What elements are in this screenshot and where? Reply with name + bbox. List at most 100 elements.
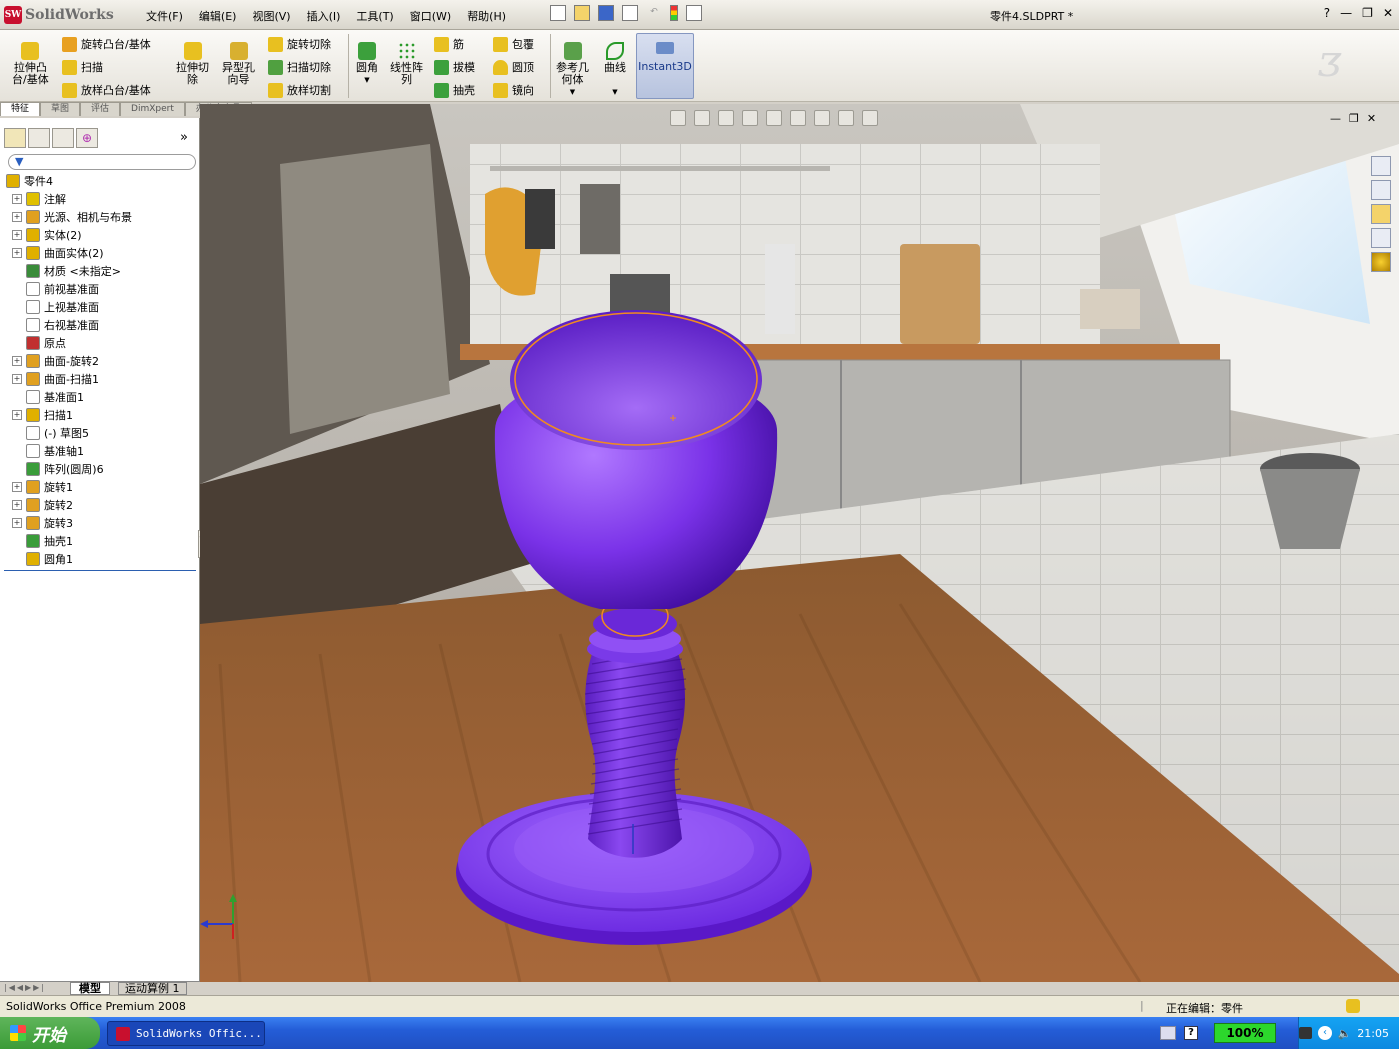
tree-item[interactable]: 零件4 [4,172,196,190]
expand-toggle-icon[interactable]: + [12,374,22,384]
file-explorer-icon[interactable] [1371,204,1391,224]
tree-item[interactable]: + 旋转2 [4,496,196,514]
appearance-icon[interactable] [838,110,854,126]
rollback-bar[interactable] [4,570,196,571]
tree-item[interactable]: + 曲面实体(2) [4,244,196,262]
chevron-down-icon[interactable]: ▼ [570,86,575,98]
taskbar-item-solidworks[interactable]: SolidWorks Offic... [107,1021,265,1046]
tab-dimxpert[interactable]: DimXpert [120,102,185,116]
tree-item[interactable]: 阵列(圆周)6 [4,460,196,478]
open-folder-icon[interactable] [574,5,590,21]
loft-cut-button[interactable]: 放样切割 [268,82,331,98]
zoom-to-area-icon[interactable] [694,110,710,126]
tree-filter-input[interactable]: ▼ [8,154,196,170]
appearances-scenes-icon[interactable] [1371,252,1391,272]
tree-item[interactable]: + 曲面-旋转2 [4,352,196,370]
menu-file[interactable]: 文件(F) [138,6,191,26]
options-icon[interactable] [686,5,702,21]
rebuild-traffic-light-icon[interactable] [670,5,678,21]
graphics-viewport[interactable] [200,104,1399,982]
wrap-button[interactable]: 包覆 [493,36,534,52]
tree-item[interactable]: 原点 [4,334,196,352]
curves-button[interactable]: 曲线 ▼ [604,42,626,98]
tree-item[interactable]: + 曲面-扫描1 [4,370,196,388]
menu-window[interactable]: 窗口(W) [402,6,459,26]
expand-toggle-icon[interactable]: + [12,500,22,510]
view-palette-icon[interactable] [1371,228,1391,248]
sweep-button[interactable]: 扫描 [62,59,103,75]
tab-model[interactable]: 模型 [70,982,110,995]
extrude-boss-button[interactable]: 拉伸凸 台/基体 [12,42,49,86]
expand-toggle-icon[interactable]: + [12,248,22,258]
chevron-down-icon[interactable]: ▼ [364,74,369,86]
save-icon[interactable] [598,5,614,21]
menu-help[interactable]: 帮助(H) [459,6,514,26]
menu-tools[interactable]: 工具(T) [348,6,401,26]
keyboard-icon[interactable] [1160,1026,1176,1040]
expand-toggle-icon[interactable]: + [12,212,22,222]
volume-icon[interactable]: 🔈 [1338,1027,1352,1040]
tree-item[interactable]: + 实体(2) [4,226,196,244]
revolve-cut-button[interactable]: 旋转切除 [268,36,331,52]
tray-expand-icon[interactable]: ‹ [1318,1026,1332,1040]
tree-item[interactable]: + 旋转3 [4,514,196,532]
tree-item[interactable]: + 注解 [4,190,196,208]
zoom-to-fit-icon[interactable] [670,110,686,126]
help-tray-icon[interactable]: ? [1184,1026,1198,1040]
revolve-boss-button[interactable]: 旋转凸台/基体 [62,36,151,52]
help-button[interactable]: ? [1324,6,1330,20]
close-button[interactable]: ✕ [1383,6,1393,20]
undo-icon[interactable]: ↶ [646,5,662,21]
solidworks-logo[interactable]: SW SolidWorks [4,4,128,26]
mirror-button[interactable]: 镜向 [493,82,534,98]
tree-item[interactable]: 上视基准面 [4,298,196,316]
view-orientation-icon[interactable] [766,110,782,126]
print-icon[interactable] [622,5,638,21]
reference-geometry-button[interactable]: 参考几 何体 ▼ [556,42,589,98]
expand-toggle-icon[interactable]: + [12,482,22,492]
chevron-right-icon[interactable]: » [180,130,188,145]
home-icon[interactable] [1371,156,1391,176]
property-manager-tab-icon[interactable] [28,128,50,148]
tree-item[interactable]: + 旋转1 [4,478,196,496]
tree-item[interactable]: 基准轴1 [4,442,196,460]
instant3d-button[interactable]: Instant3D [636,33,694,99]
sweep-cut-button[interactable]: 扫描切除 [268,59,331,75]
tree-item[interactable]: (-) 草图5 [4,424,196,442]
tree-item[interactable]: 右视基准面 [4,316,196,334]
configuration-manager-tab-icon[interactable] [52,128,74,148]
tree-item[interactable]: + 扫描1 [4,406,196,424]
minimize-button[interactable]: — [1340,6,1352,20]
loft-boss-button[interactable]: 放样凸台/基体 [62,82,151,98]
viewport-minimize-button[interactable]: — [1330,112,1341,125]
tab-motion-study[interactable]: 运动算例 1 [118,982,187,995]
tab-evaluate[interactable]: 评估 [80,102,121,116]
tree-item[interactable]: 抽壳1 [4,532,196,550]
tab-features[interactable]: 特征 [0,102,41,116]
start-button[interactable]: 开始 [0,1017,100,1049]
dome-button[interactable]: 圆顶 [493,59,534,75]
rebuild-status-icon[interactable] [1346,999,1360,1013]
expand-toggle-icon[interactable]: + [12,410,22,420]
viewport-restore-button[interactable]: ❐ [1349,112,1359,125]
view-settings-icon[interactable] [862,110,878,126]
draft-button[interactable]: 拔模 [434,59,475,75]
menu-edit[interactable]: 编辑(E) [191,6,245,26]
expand-toggle-icon[interactable]: + [12,194,22,204]
display-style-icon[interactable] [790,110,806,126]
dimxpert-manager-tab-icon[interactable]: ⊕ [76,128,98,148]
menu-view[interactable]: 视图(V) [244,6,298,26]
previous-view-icon[interactable] [718,110,734,126]
new-document-icon[interactable] [550,5,566,21]
tree-item[interactable]: + 光源、相机与布景 [4,208,196,226]
expand-toggle-icon[interactable]: + [12,230,22,240]
expand-toggle-icon[interactable]: + [12,518,22,528]
shell-button[interactable]: 抽壳 [434,82,475,98]
viewport-close-button[interactable]: ✕ [1367,112,1376,125]
tree-item[interactable]: 圆角1 [4,550,196,568]
tab-sketch[interactable]: 草图 [40,102,81,116]
tab-scroll-arrows-icon[interactable]: |◀◀▶▶| [4,983,46,992]
section-view-icon[interactable] [742,110,758,126]
hide-show-items-icon[interactable] [814,110,830,126]
rib-button[interactable]: 筋 [434,36,464,52]
